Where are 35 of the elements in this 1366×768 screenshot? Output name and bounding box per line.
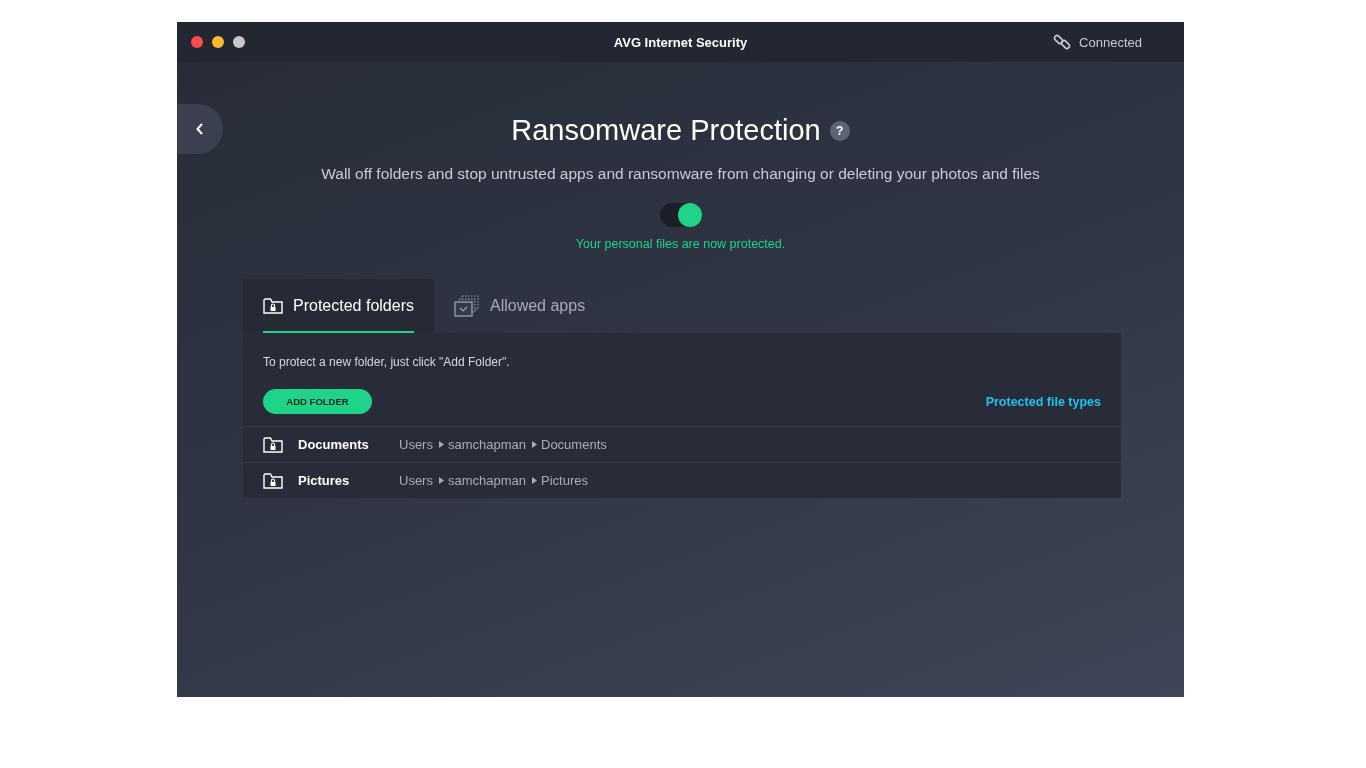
tab[interactable]: Allowed apps — [433, 279, 606, 333]
triangle-right-icon — [532, 441, 537, 448]
chevron-left-icon — [196, 123, 204, 135]
instruction-text: To protect a new folder, just click "Add Folder". — [262, 354, 511, 369]
add-folder-button[interactable]: ADD FOLDER — [263, 389, 372, 414]
locked-folder-icon — [263, 471, 283, 490]
path-label: Pictures — [541, 473, 588, 488]
path-label: samchapman — [447, 473, 526, 488]
folder-name: Documents — [298, 437, 370, 452]
path-label: Documents — [541, 437, 607, 452]
chain-link-icon — [1053, 33, 1072, 51]
triangle-right-icon — [438, 441, 444, 448]
page-title: Ransomware Protection — [511, 114, 821, 147]
triangle-right-icon — [438, 477, 444, 484]
help-button[interactable]: ? — [829, 120, 850, 141]
path-label: Users — [399, 437, 433, 452]
locked-folder-icon — [263, 435, 283, 454]
folder-row[interactable]: Documents Users samchapman Documents — [243, 426, 1121, 462]
minimize-button[interactable] — [212, 36, 224, 48]
protection-toggle[interactable] — [659, 203, 702, 227]
path-label: samchapman — [447, 437, 526, 452]
folder-name: Pictures — [298, 473, 351, 488]
tab[interactable]: Protected folders — [243, 279, 434, 333]
triangle-right-icon — [532, 477, 537, 484]
page-description: Wall off folders and stop untrusted apps and ransomware from changing or deleting your photos and files — [321, 165, 1040, 183]
protected-file-types-link[interactable]: Protected file types — [985, 394, 1101, 409]
protection-status: Your personal files are now protected. — [575, 237, 786, 251]
window-title: AVG Internet Security — [612, 34, 749, 50]
locked-folder-icon — [263, 297, 283, 315]
folder-row[interactable]: Pictures Users samchapman Pictures — [243, 462, 1121, 498]
close-button[interactable] — [191, 36, 203, 48]
path-label: Users — [399, 473, 433, 488]
stacked-windows-icon — [453, 295, 480, 317]
zoom-button[interactable] — [233, 36, 245, 48]
connection-status: Connected — [1079, 34, 1142, 50]
